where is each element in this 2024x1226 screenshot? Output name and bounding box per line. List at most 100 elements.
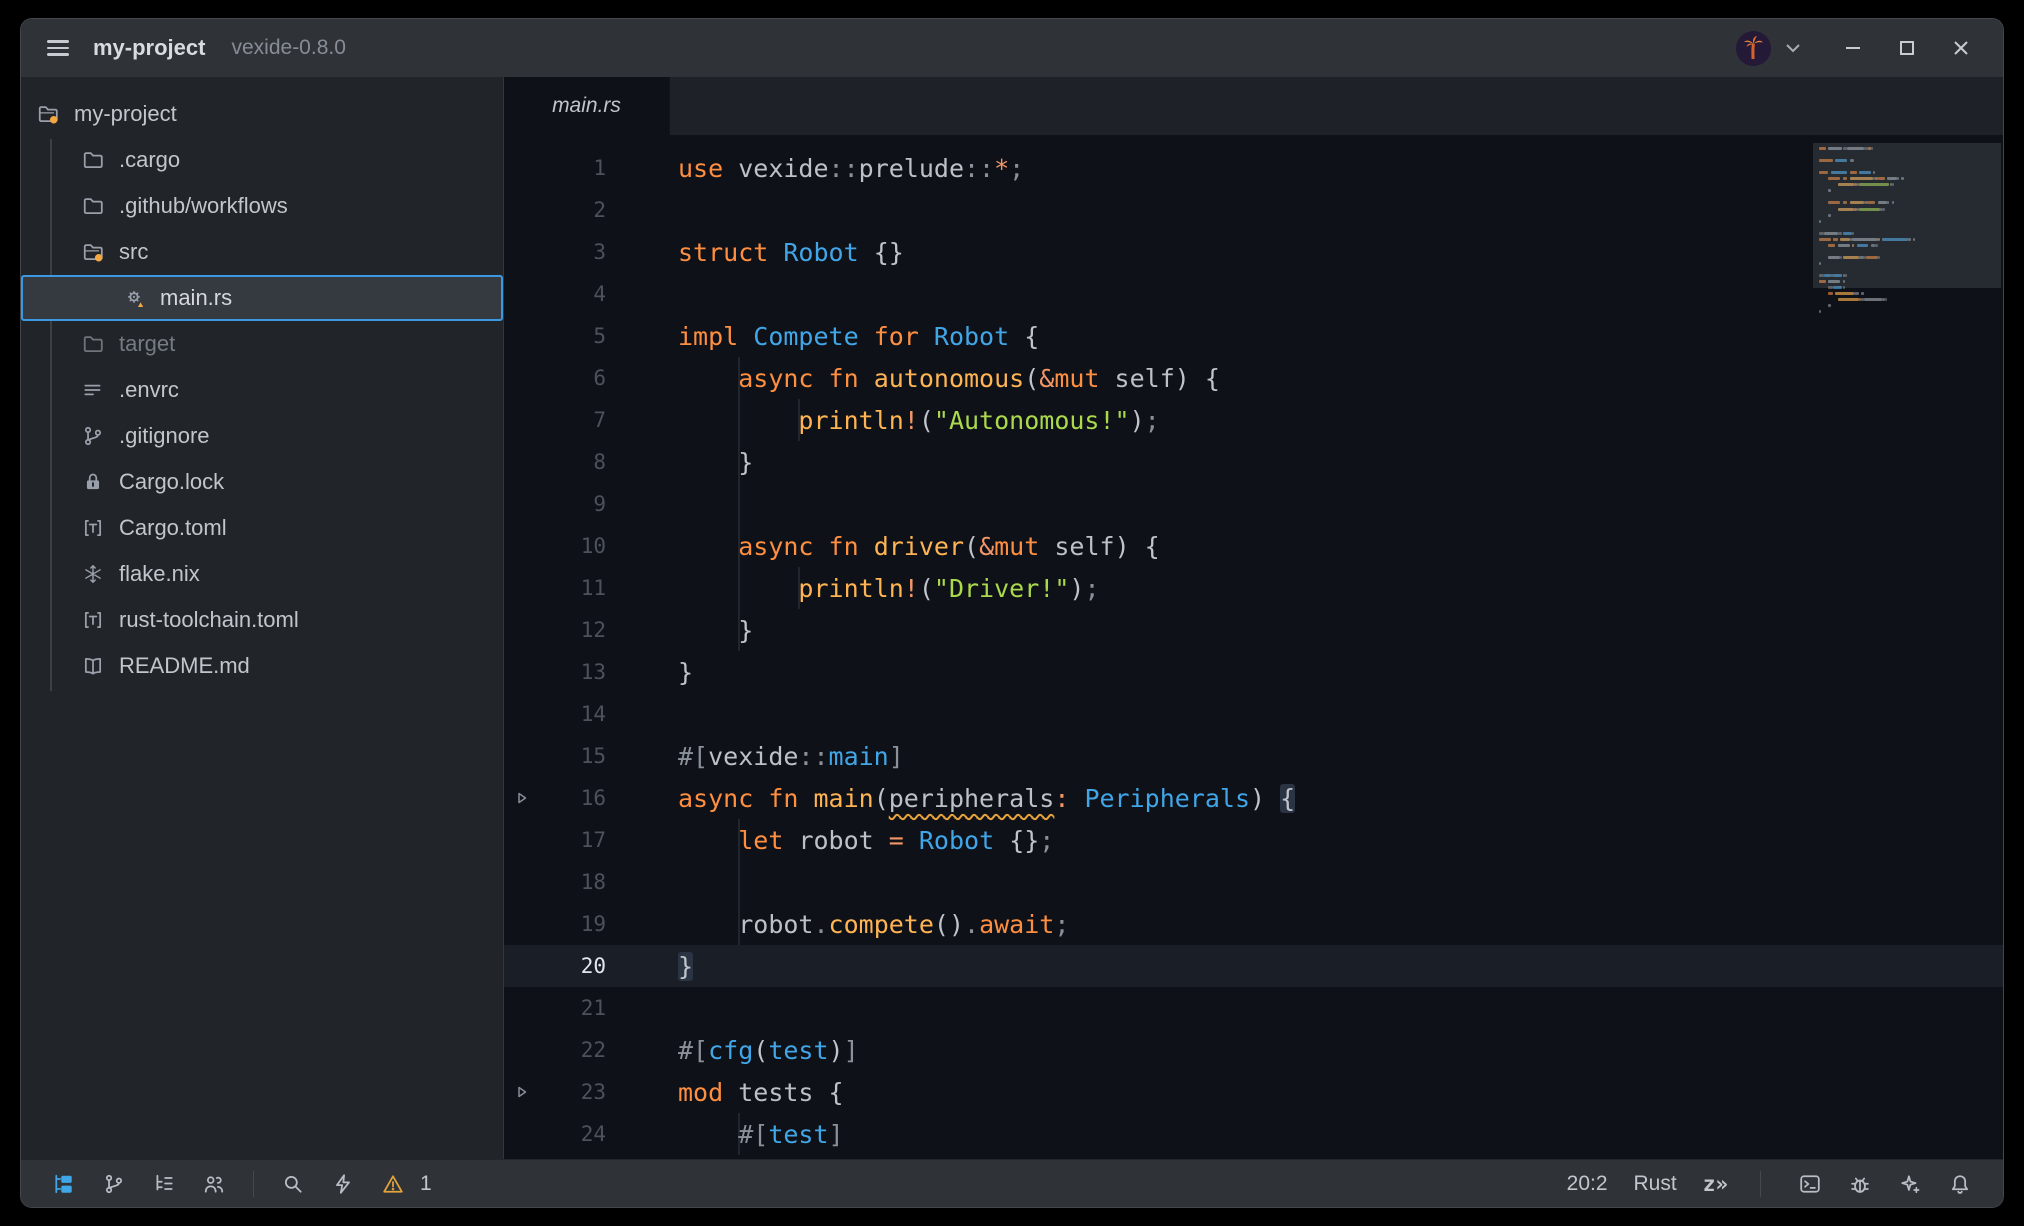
code-line-12[interactable]: 12 } (504, 609, 2003, 651)
git-branch-icon[interactable] (97, 1167, 131, 1201)
zap-icon[interactable] (326, 1167, 360, 1201)
code-line-3[interactable]: 3struct Robot {} (504, 231, 2003, 273)
line-number: 22 (540, 1038, 606, 1062)
minimize-button[interactable] (1833, 28, 1873, 68)
code-line-13[interactable]: 13} (504, 651, 2003, 693)
chevron-down-icon[interactable] (1785, 43, 1801, 53)
line-number: 1 (540, 156, 606, 180)
sidebar-item-src[interactable]: src (21, 229, 503, 275)
code-line-1[interactable]: 1use vexide::prelude::*; (504, 147, 2003, 189)
sidebar-item-cargo-toml[interactable]: Cargo.toml (21, 505, 503, 551)
fold-arrow-icon[interactable] (504, 1084, 540, 1100)
line-number: 24 (540, 1122, 606, 1146)
tab-main-rs[interactable]: main.rs (504, 77, 670, 135)
sidebar-item--github-workflows[interactable]: .github/workflows (21, 183, 503, 229)
search-icon[interactable] (276, 1167, 310, 1201)
outline-icon[interactable] (147, 1167, 181, 1201)
avatar[interactable] (1736, 31, 1771, 66)
code-line-16[interactable]: 16 async fn main(peripherals: Peripherals… (504, 777, 2003, 819)
book-file-icon (82, 655, 104, 677)
line-number: 2 (540, 198, 606, 222)
code-text: } (678, 448, 753, 477)
diagnostics-count[interactable]: 1 (420, 1172, 432, 1196)
cursor-position[interactable]: 20:2 (1567, 1172, 1608, 1196)
code-line-8[interactable]: 8 } (504, 441, 2003, 483)
sidebar-item--envrc[interactable]: .envrc (21, 367, 503, 413)
code-line-7[interactable]: 7 println!("Autonomous!"); (504, 399, 2003, 441)
title-bar: my-project vexide-0.8.0 (21, 19, 2003, 77)
code-text: async fn main(peripherals: Peripherals) … (678, 784, 1295, 813)
code-text: async fn autonomous(&mut self) { (678, 364, 1220, 393)
code-line-17[interactable]: 17 let robot = Robot {}; (504, 819, 2003, 861)
line-number: 10 (540, 534, 606, 558)
collaboration-icon[interactable] (197, 1167, 231, 1201)
sidebar-item-readme-md[interactable]: README.md (21, 643, 503, 689)
project-name[interactable]: my-project (93, 35, 205, 61)
folder-open-dot-icon (82, 241, 104, 263)
language-selector[interactable]: Rust (1634, 1172, 1677, 1196)
code-line-20[interactable]: 20} (504, 945, 2003, 987)
file-label: main.rs (160, 285, 232, 311)
sidebar-item-flake-nix[interactable]: flake.nix (21, 551, 503, 597)
code-line-18[interactable]: 18 (504, 861, 2003, 903)
code-text: } (678, 952, 693, 981)
lock-file-icon (82, 471, 104, 493)
code-line-9[interactable]: 9 (504, 483, 2003, 525)
fold-arrow-icon[interactable] (504, 790, 540, 806)
app-menu-icon[interactable] (47, 40, 69, 55)
folder-icon (82, 333, 104, 355)
edit-prediction-icon[interactable]: z» (1703, 1172, 1728, 1196)
code-lines: 1use vexide::prelude::*;23struct Robot {… (504, 147, 2003, 1155)
terminal-icon[interactable] (1793, 1167, 1827, 1201)
line-number: 13 (540, 660, 606, 684)
close-button[interactable] (1941, 28, 1981, 68)
code-editor[interactable]: 1use vexide::prelude::*;23struct Robot {… (504, 135, 2003, 1159)
project-version-badge[interactable]: vexide-0.8.0 (231, 36, 345, 60)
sidebar-item--gitignore[interactable]: .gitignore (21, 413, 503, 459)
sidebar-item-my-project[interactable]: my-project (21, 91, 503, 137)
code-text: println!("Autonomous!"); (678, 406, 1160, 435)
code-text: struct Robot {} (678, 238, 904, 267)
maximize-button[interactable] (1887, 28, 1927, 68)
code-line-19[interactable]: 19 robot.compete().await; (504, 903, 2003, 945)
code-line-4[interactable]: 4 (504, 273, 2003, 315)
bell-icon[interactable] (1943, 1167, 1977, 1201)
file-label: .envrc (119, 377, 179, 403)
code-line-6[interactable]: 6 async fn autonomous(&mut self) { (504, 357, 2003, 399)
code-line-14[interactable]: 14 (504, 693, 2003, 735)
folder-icon (82, 195, 104, 217)
separator (1760, 1171, 1761, 1197)
debug-icon[interactable] (1843, 1167, 1877, 1201)
code-text: #[test] (678, 1120, 844, 1149)
code-line-22[interactable]: 22#[cfg(test)] (504, 1029, 2003, 1071)
line-number: 21 (540, 996, 606, 1020)
sidebar-item-target[interactable]: target (21, 321, 503, 367)
code-line-5[interactable]: 5impl Compete for Robot { (504, 315, 2003, 357)
code-line-21[interactable]: 21 (504, 987, 2003, 1029)
sidebar-item-main-rs[interactable]: main.rs (21, 275, 503, 321)
file-label: README.md (119, 653, 250, 679)
sidebar-item-rust-toolchain-toml[interactable]: rust-toolchain.toml (21, 597, 503, 643)
toml-file-icon (82, 609, 104, 631)
minimap-viewport[interactable] (1813, 143, 2001, 288)
file-label: rust-toolchain.toml (119, 607, 299, 633)
project-panel-icon[interactable] (47, 1167, 81, 1201)
code-line-23[interactable]: 23mod tests { (504, 1071, 2003, 1113)
assistant-sparkles-icon[interactable] (1893, 1167, 1927, 1201)
code-line-15[interactable]: 15#[vexide::main] (504, 735, 2003, 777)
code-line-10[interactable]: 10 async fn driver(&mut self) { (504, 525, 2003, 567)
code-text: let robot = Robot {}; (678, 826, 1054, 855)
palm-tree-icon (1736, 31, 1771, 66)
sidebar-item-cargo-lock[interactable]: Cargo.lock (21, 459, 503, 505)
sidebar-item--cargo[interactable]: .cargo (21, 137, 503, 183)
diagnostics-warning-icon[interactable] (376, 1167, 410, 1201)
line-number: 16 (540, 786, 606, 810)
app-window: my-project vexide-0.8.0 (20, 18, 2004, 1208)
line-number: 19 (540, 912, 606, 936)
file-label: .gitignore (119, 423, 210, 449)
code-line-11[interactable]: 11 println!("Driver!"); (504, 567, 2003, 609)
line-number: 8 (540, 450, 606, 474)
minimap[interactable] (1813, 135, 2001, 465)
code-line-24[interactable]: 24 #[test] (504, 1113, 2003, 1155)
code-line-2[interactable]: 2 (504, 189, 2003, 231)
